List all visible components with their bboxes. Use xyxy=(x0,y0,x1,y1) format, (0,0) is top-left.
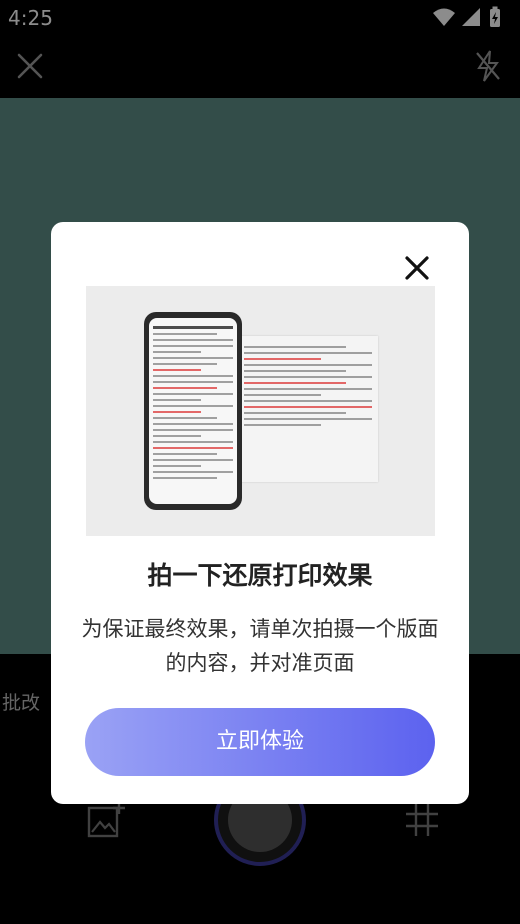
paper-illustration xyxy=(238,336,378,482)
illustration-image xyxy=(86,286,435,536)
phone-screen xyxy=(149,318,237,504)
intro-modal: 拍一下还原打印效果 为保证最终效果，请单次拍摄一个版面的内容，并对准页面 立即体… xyxy=(51,222,469,804)
phone-illustration xyxy=(144,312,242,510)
modal-title: 拍一下还原打印效果 xyxy=(147,561,373,590)
modal-close-icon[interactable] xyxy=(401,252,433,284)
try-now-button[interactable]: 立即体验 xyxy=(85,708,435,776)
modal-description: 为保证最终效果，请单次拍摄一个版面的内容，并对准页面 xyxy=(81,617,439,675)
